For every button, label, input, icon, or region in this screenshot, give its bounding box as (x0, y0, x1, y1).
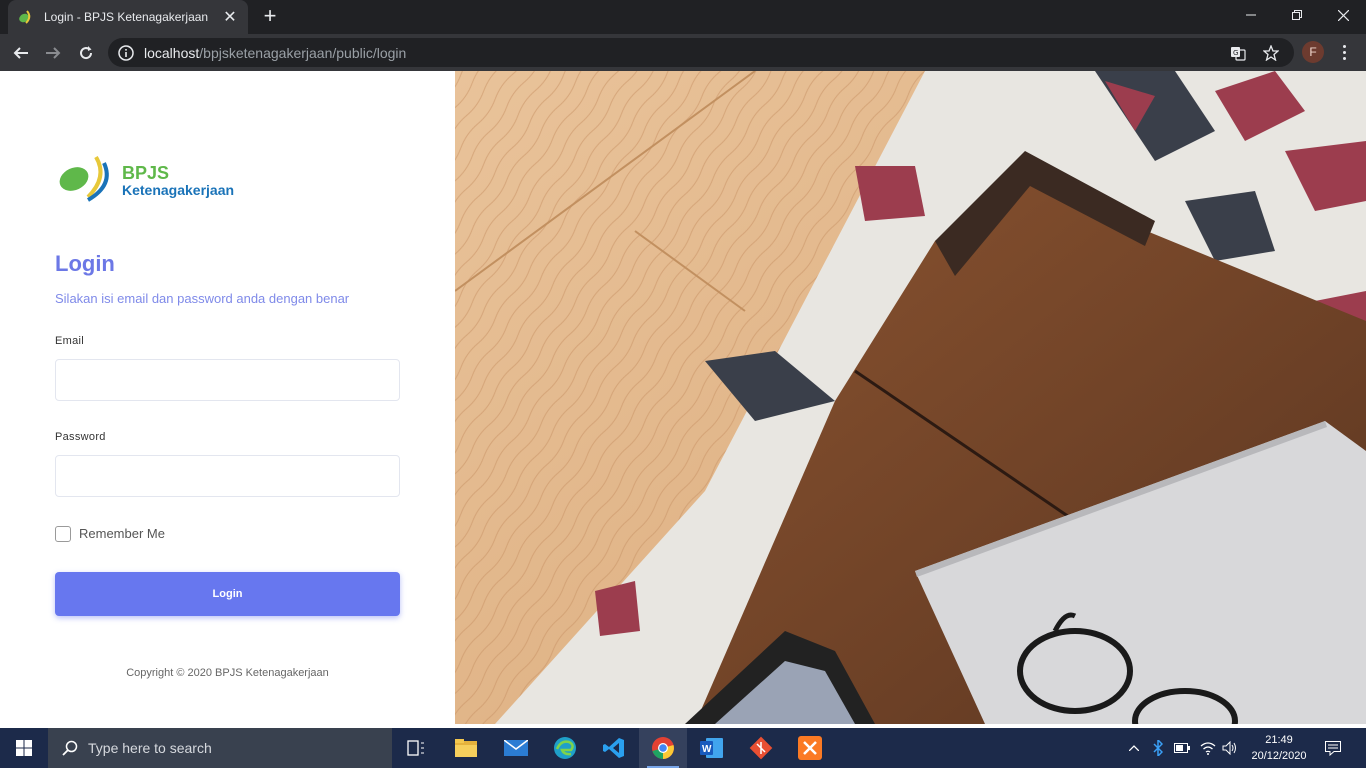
bookmark-star-icon[interactable] (1263, 38, 1279, 67)
search-placeholder: Type here to search (88, 740, 212, 756)
task-view-button[interactable] (392, 728, 440, 768)
mail-button[interactable] (492, 728, 540, 768)
url-path: /bpjsketenagakerjaan/public/login (199, 44, 407, 61)
translate-icon[interactable]: G (1230, 38, 1246, 67)
clock-time: 21:49 (1265, 734, 1293, 746)
hero-image (455, 71, 1366, 724)
mail-icon (504, 740, 528, 756)
bpjs-logo: BPJS Ketenagakerjaan (58, 155, 258, 205)
url-text: localhost/bpjsketenagakerjaan/public/log… (144, 45, 406, 61)
email-field[interactable] (55, 359, 400, 401)
restore-button[interactable] (1274, 0, 1320, 30)
task-view-icon (407, 740, 424, 756)
profile-avatar[interactable]: F (1302, 41, 1324, 63)
page-title: Login (55, 251, 115, 276)
new-tab-button[interactable]: + (258, 4, 282, 28)
taskbar-search[interactable]: Type here to search (48, 728, 392, 768)
svg-text:G: G (1233, 49, 1238, 57)
browser-toolbar: localhost/bpjsketenagakerjaan/public/log… (0, 34, 1366, 71)
chrome-button[interactable] (639, 728, 687, 768)
taskbar-clock[interactable]: 21:49 20/12/2020 (1246, 732, 1312, 764)
edge-button[interactable] (541, 728, 589, 768)
svg-text:Ketenagakerjaan: Ketenagakerjaan (122, 182, 234, 198)
svg-text:BPJS: BPJS (122, 163, 169, 183)
browser-menu-icon[interactable] (1334, 40, 1354, 64)
volume-icon[interactable] (1220, 728, 1240, 768)
git-button[interactable] (737, 728, 785, 768)
start-button[interactable] (0, 728, 48, 768)
back-arrow-icon (13, 47, 28, 59)
bluetooth-icon[interactable] (1148, 728, 1168, 768)
login-panel: BPJS Ketenagakerjaan Login Silakan isi e… (0, 71, 455, 727)
login-subtitle: Silakan isi email dan password anda deng… (55, 291, 350, 306)
browser-tab[interactable]: Login - BPJS Ketenagakerjaan ✕ (8, 0, 248, 34)
url-host: localhost (144, 44, 200, 61)
remember-me-checkbox[interactable] (55, 526, 71, 542)
tab-close-icon[interactable]: ✕ (222, 7, 238, 27)
tab-title: Login - BPJS Ketenagakerjaan (44, 10, 209, 24)
back-button[interactable] (8, 40, 34, 66)
svg-text:W: W (702, 744, 712, 755)
word-icon: W (700, 738, 723, 758)
notifications-icon[interactable] (1318, 728, 1348, 768)
xampp-icon (798, 736, 822, 760)
close-window-button[interactable] (1320, 0, 1366, 30)
remember-me-label[interactable]: Remember Me (79, 526, 165, 541)
reload-icon (80, 46, 93, 60)
page-content: BPJS Ketenagakerjaan Login Silakan isi e… (0, 71, 1366, 727)
battery-icon[interactable] (1172, 728, 1192, 768)
forward-button[interactable] (40, 40, 66, 66)
windows-logo-icon (16, 740, 32, 756)
copyright-text: Copyright © 2020 BPJS Ketenagakerjaan (126, 667, 329, 679)
close-icon (1337, 9, 1349, 21)
search-icon (62, 740, 78, 756)
minimize-button[interactable] (1228, 0, 1274, 30)
chrome-icon (652, 737, 674, 759)
email-label: Email (55, 335, 85, 347)
windows-taskbar: Type here to search W 21:49 20/12/2020 (0, 728, 1366, 768)
vscode-icon (603, 738, 624, 758)
file-explorer-button[interactable] (442, 728, 490, 768)
login-button[interactable]: Login (55, 572, 400, 616)
bpjs-favicon-icon (19, 10, 31, 24)
xampp-button[interactable] (786, 728, 834, 768)
folder-icon (455, 739, 477, 757)
edge-icon (554, 737, 576, 759)
site-info-icon[interactable] (118, 44, 134, 61)
password-label: Password (55, 431, 106, 443)
git-icon (749, 736, 773, 760)
word-button[interactable]: W (688, 728, 736, 768)
restore-icon (1292, 10, 1302, 20)
tray-overflow-icon[interactable] (1124, 728, 1144, 768)
vscode-button[interactable] (590, 728, 638, 768)
minimize-icon (1246, 14, 1256, 16)
clock-date: 20/12/2020 (1251, 750, 1307, 762)
reload-button[interactable] (73, 40, 99, 66)
forward-arrow-icon (46, 47, 61, 59)
address-bar[interactable]: localhost/bpjsketenagakerjaan/public/log… (108, 38, 1294, 67)
password-field[interactable] (55, 455, 400, 497)
wifi-icon[interactable] (1198, 728, 1218, 768)
browser-tab-strip: Login - BPJS Ketenagakerjaan ✕ + (0, 0, 1366, 34)
